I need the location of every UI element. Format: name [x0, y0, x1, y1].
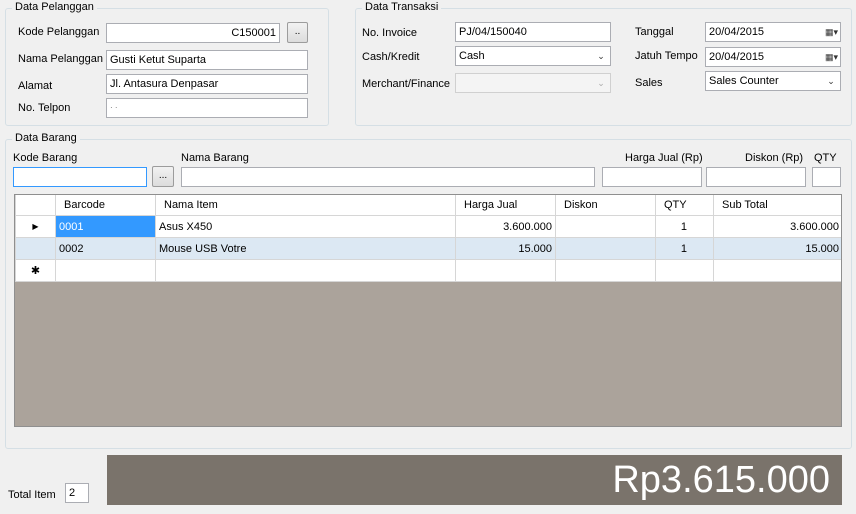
- cell-barcode[interactable]: 0001: [55, 215, 156, 238]
- cash-kredit-select[interactable]: Cash ⌄: [455, 46, 611, 66]
- merchant-finance-label: Merchant/Finance: [362, 78, 451, 90]
- cell-barcode[interactable]: 0002: [55, 237, 156, 260]
- column-header-barcode[interactable]: Barcode: [55, 195, 156, 216]
- jatuh-tempo-datepicker[interactable]: 20/04/2015 ▦▾: [705, 47, 841, 67]
- chevron-down-icon[interactable]: ⌄: [594, 76, 608, 90]
- kode-barang-field[interactable]: [13, 167, 147, 187]
- cell-qty[interactable]: 1: [655, 237, 714, 260]
- cash-kredit-label: Cash/Kredit: [362, 51, 420, 63]
- nama-barang-label: Nama Barang: [181, 152, 249, 164]
- cell-nama-item[interactable]: [155, 259, 456, 282]
- table-row[interactable]: 0002 Mouse USB Votre 15.000 1 15.000: [15, 237, 841, 260]
- nama-pelanggan-field[interactable]: Gusti Ketut Suparta: [106, 50, 308, 70]
- kode-pelanggan-label: Kode Pelanggan: [18, 26, 100, 38]
- calendar-icon[interactable]: ▦▾: [816, 50, 838, 64]
- jatuh-tempo-value: 20/04/2015: [709, 51, 765, 63]
- cell-diskon[interactable]: [555, 259, 656, 282]
- merchant-finance-select[interactable]: ⌄: [455, 73, 611, 93]
- cell-diskon[interactable]: [555, 237, 656, 260]
- diskon-field[interactable]: [706, 167, 806, 187]
- cell-harga-jual[interactable]: 15.000: [455, 237, 556, 260]
- cell-diskon[interactable]: [555, 215, 656, 238]
- column-header-qty[interactable]: QTY: [655, 195, 714, 216]
- cash-kredit-value: Cash: [459, 50, 485, 62]
- tanggal-label: Tanggal: [635, 26, 674, 38]
- items-grid[interactable]: Barcode Nama Item Harga Jual Diskon QTY …: [14, 194, 842, 427]
- sales-select[interactable]: Sales Counter ⌄: [705, 71, 841, 91]
- grand-total-display: Rp3.615.000: [107, 455, 842, 505]
- no-invoice-field[interactable]: PJ/04/150040: [455, 22, 611, 42]
- cell-sub-total[interactable]: [713, 259, 841, 282]
- cell-qty[interactable]: [655, 259, 714, 282]
- nama-barang-field[interactable]: [181, 167, 595, 187]
- items-table: Barcode Nama Item Harga Jual Diskon QTY …: [15, 195, 841, 282]
- column-header-diskon[interactable]: Diskon: [555, 195, 656, 216]
- grid-header-row: Barcode Nama Item Harga Jual Diskon QTY …: [15, 195, 841, 216]
- current-row-indicator-icon[interactable]: ▶: [15, 215, 56, 238]
- kode-barang-label: Kode Barang: [13, 152, 78, 164]
- chevron-down-icon[interactable]: ⌄: [824, 74, 838, 88]
- tanggal-datepicker[interactable]: 20/04/2015 ▦▾: [705, 22, 841, 42]
- cell-sub-total[interactable]: 3.600.000: [713, 215, 841, 238]
- no-telpon-field[interactable]: · ·: [106, 98, 308, 118]
- calendar-icon[interactable]: ▦▾: [816, 25, 838, 39]
- sales-value: Sales Counter: [709, 75, 779, 87]
- kode-pelanggan-lookup-button[interactable]: ..: [287, 22, 308, 43]
- cell-qty[interactable]: 1: [655, 215, 714, 238]
- row-header-corner[interactable]: [15, 195, 56, 216]
- tanggal-value: 20/04/2015: [709, 26, 765, 38]
- new-row-asterisk-icon[interactable]: ✱: [15, 259, 56, 282]
- no-invoice-label: No. Invoice: [362, 27, 418, 39]
- total-item-field: 2: [65, 483, 89, 503]
- table-row[interactable]: ▶ 0001 Asus X450 3.600.000 1 3.600.000: [15, 215, 841, 238]
- alamat-label: Alamat: [18, 80, 53, 92]
- harga-jual-field[interactable]: [602, 167, 702, 187]
- nama-pelanggan-label: Nama Pelanggan: [18, 53, 104, 65]
- alamat-field[interactable]: Jl. Antasura Denpasar: [106, 74, 308, 94]
- kode-pelanggan-field[interactable]: C150001: [106, 23, 280, 43]
- cell-harga-jual[interactable]: 3.600.000: [455, 215, 556, 238]
- column-header-nama-item[interactable]: Nama Item: [155, 195, 456, 216]
- cell-harga-jual[interactable]: [455, 259, 556, 282]
- sales-label: Sales: [635, 77, 663, 89]
- column-header-sub-total[interactable]: Sub Total: [713, 195, 841, 216]
- cell-sub-total[interactable]: 15.000: [713, 237, 841, 260]
- column-header-harga-jual[interactable]: Harga Jual: [455, 195, 556, 216]
- diskon-label: Diskon (Rp): [745, 152, 804, 164]
- harga-jual-label: Harga Jual (Rp): [625, 152, 703, 164]
- qty-field[interactable]: [812, 167, 841, 187]
- cell-barcode[interactable]: [55, 259, 156, 282]
- cell-nama-item[interactable]: Mouse USB Votre: [155, 237, 456, 260]
- row-header[interactable]: [15, 237, 56, 260]
- total-item-label: Total Item: [8, 489, 56, 501]
- no-telpon-label: No. Telpon: [18, 102, 71, 114]
- qty-label: QTY: [814, 152, 837, 164]
- data-pelanggan-legend: Data Pelanggan: [12, 1, 97, 13]
- chevron-down-icon[interactable]: ⌄: [594, 49, 608, 63]
- data-barang-legend: Data Barang: [12, 132, 80, 144]
- data-transaksi-legend: Data Transaksi: [362, 1, 442, 13]
- jatuh-tempo-label: Jatuh Tempo: [635, 50, 698, 62]
- cell-nama-item[interactable]: Asus X450: [155, 215, 456, 238]
- new-row[interactable]: ✱: [15, 259, 841, 282]
- kode-barang-lookup-button[interactable]: ...: [152, 166, 174, 187]
